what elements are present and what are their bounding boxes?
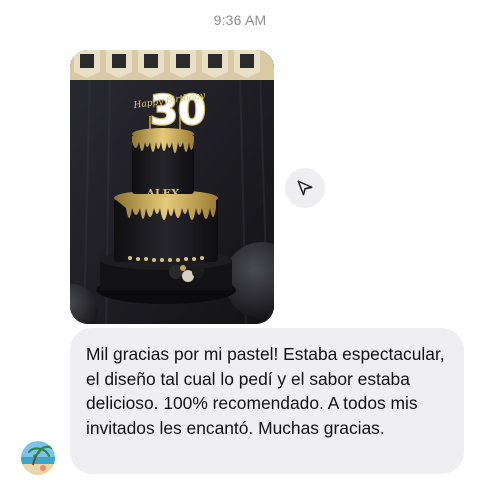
message-timestamp: 9:36 AM [213, 12, 267, 28]
message-bubble[interactable]: Mil gracias por mi pastel! Estaba espect… [70, 328, 464, 474]
cake-name-plate: ALEX [145, 187, 180, 200]
paper-plane-icon [297, 180, 313, 196]
share-button[interactable] [285, 168, 325, 208]
cake-photo-message[interactable]: ALEX 30 Happy Birthday [70, 50, 274, 324]
sender-avatar[interactable] [21, 441, 55, 475]
message-text: Mil gracias por mi pastel! Estaba espect… [86, 344, 445, 438]
cake-photo-image: ALEX 30 Happy Birthday [70, 50, 274, 324]
chat-screen: 9:36 AM ALEX 30 Happy Birthday Mil graci… [0, 0, 480, 480]
beach-avatar-icon [21, 441, 55, 475]
